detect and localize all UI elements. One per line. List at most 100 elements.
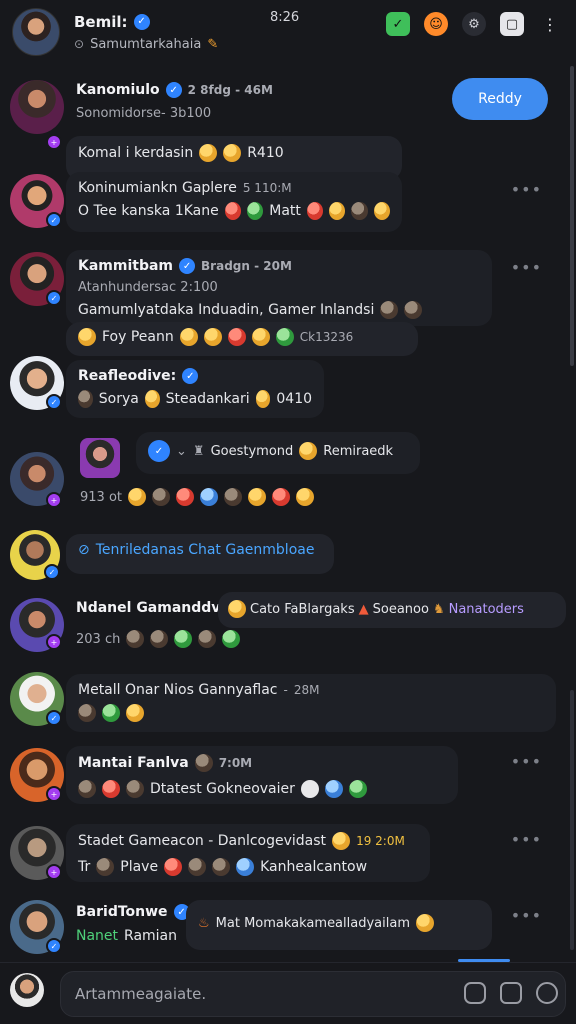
message-bubble[interactable]: Mantai Fanlva 7:0M Dtatest Gokneovaier [66, 746, 458, 804]
message-bubble[interactable]: Cato FaBlargaks ▲ Soeanoo ♞ Nanatoders [218, 592, 566, 628]
emoji-icon [348, 780, 367, 798]
message-text: Metall Onar Nios Gannyaflac [78, 682, 278, 698]
emoji-icon [404, 301, 423, 319]
more-options-icon[interactable]: ••• [511, 830, 542, 849]
message-line: Komal i kerdasin R410 [78, 144, 390, 162]
list-item[interactable]: ✓ ⊘ Tenriledanas Chat Gaenmbloae [0, 528, 560, 588]
header-subtitle-row: ⊙ Samumtarkahaia ✎ [74, 37, 564, 52]
more-icon[interactable]: ⋮ [538, 12, 562, 36]
list-item[interactable]: + Mantai Fanlva 7:0M Dtatest Gokneovaier… [0, 746, 560, 816]
message-text: Foy Peann [102, 329, 174, 345]
message-bubble[interactable]: Koninumiankn Gaplere 5 110:M O Tee kansk… [66, 172, 402, 232]
attachment-thumbnail[interactable] [80, 438, 120, 478]
emoji-icon [251, 328, 270, 346]
row-meta: 7:0M [218, 756, 253, 770]
message-bubble[interactable]: Foy Peann Ck13236 [66, 322, 418, 356]
sticker-icon[interactable] [464, 982, 486, 1004]
status-badge: ✓ [46, 290, 62, 306]
message-bubble[interactable]: Kammitbam ✓ Bradgn - 20M Atanhundersac 2… [66, 250, 492, 326]
message-text: Cato FaBlargaks [250, 601, 355, 617]
message-bubble[interactable]: Reafleodive: ✓ Sorya Steadankari 0410 [66, 360, 324, 418]
message-bubble[interactable]: ✓ ⌄ ♜ Goestymond Remiraedk [136, 432, 420, 474]
link-icon: ⊘ [78, 542, 90, 558]
message-text: Steadankari [165, 391, 250, 407]
more-options-icon[interactable]: ••• [511, 752, 542, 771]
message-tail: 0410 [276, 391, 313, 407]
emoji-icon [176, 488, 194, 506]
camera-icon[interactable] [500, 982, 522, 1004]
square-icon[interactable]: ▢ [500, 12, 524, 36]
message-text: Plave [120, 859, 159, 875]
fire-icon: ♨ [198, 915, 210, 931]
row-name: Mantai Fanlva [78, 755, 189, 771]
emoji-icon [236, 858, 255, 876]
list-item[interactable]: + Kanomiulo ✓ 2 8fdg - 46M Sonomidorse- … [0, 78, 560, 180]
status-icon: ⊙ [74, 37, 85, 51]
header-subtitle: Samumtarkahaia [90, 36, 202, 52]
verified-icon: ✓ [182, 368, 199, 384]
row-subtitle: Atanhundersac 2:100 [78, 280, 218, 295]
emoji-icon [126, 704, 144, 722]
emoji-icon [224, 202, 241, 220]
status-badge: + [46, 786, 62, 802]
message-line: Tr Plave Kanhealcantow [78, 858, 418, 876]
message-title: Koninumiankn Gaplere [78, 180, 237, 196]
emoji-icon [247, 202, 264, 220]
verified-icon: ✓ [165, 82, 182, 98]
message-bubble[interactable]: ⊘ Tenriledanas Chat Gaenmbloae [66, 534, 334, 574]
message-text: Komal i kerdasin [78, 145, 194, 161]
more-options-icon[interactable]: ••• [511, 180, 542, 199]
list-item[interactable]: + Stadet Gameacon - Danlcogevidast 19 2:… [0, 824, 560, 894]
status-badge: + [46, 492, 62, 508]
emoji-icon [102, 780, 120, 798]
message-text: Soeanoo [372, 601, 429, 617]
emoji-icon [300, 780, 319, 798]
message-bubble[interactable]: Stadet Gameacon - Danlcogevidast 19 2:0M… [66, 824, 430, 882]
row-subtitle: Sonomidorse- 3b100 [76, 106, 212, 121]
row-name: BaridTonwe [76, 904, 168, 920]
avatar[interactable] [10, 973, 44, 1007]
list-item[interactable]: ✓ Metall Onar Nios Gannyaflac - 28M [0, 670, 560, 740]
avatar[interactable] [10, 80, 64, 134]
header-time: 8:26 [270, 10, 300, 25]
header-actions: ✓ ☺ ⚙ ▢ ⋮ [386, 12, 562, 36]
emoji-icon [126, 630, 145, 648]
message-text: Ramian [124, 928, 178, 944]
message-line: Koninumiankn Gaplere 5 110:M [78, 180, 390, 196]
emoji-icon[interactable]: ☺ [424, 12, 448, 36]
status-badge: ✓ [46, 938, 62, 954]
list-item[interactable]: + Ndanel Gamanddve 203 ch Cato FaBlargak… [0, 592, 566, 666]
emoji-icon [188, 858, 207, 876]
settings-icon[interactable]: ⚙ [462, 12, 486, 36]
game-icon[interactable]: ✓ [386, 12, 410, 36]
emoji-icon [296, 488, 314, 506]
message-bubble[interactable]: ♨ Mat Momakakamealladyailam [186, 900, 492, 950]
scrollbar[interactable] [570, 66, 574, 366]
emoji-icon [78, 704, 96, 722]
message-line: ✓ ⌄ ♜ Goestymond Remiraedk [148, 440, 408, 462]
profile-avatar[interactable] [12, 8, 60, 56]
message-text: Nanatoders [448, 601, 524, 617]
more-options-icon[interactable]: ••• [511, 906, 542, 925]
message-line [78, 704, 544, 722]
game-icon: ♜ [192, 443, 205, 459]
list-item[interactable]: ✓ Reafleodive: ✓ Sorya Steadankari 0410 [0, 356, 560, 418]
list-item[interactable]: + ✓ ⌄ ♜ Goestymond Remiraedk 913 ot [0, 432, 560, 522]
emoji-icon [174, 630, 193, 648]
emoji-icon[interactable] [536, 982, 558, 1004]
emoji-icon [78, 780, 96, 798]
row-meta: Bradgn - 20M [201, 259, 292, 273]
row-meta: 5 110:M [242, 181, 292, 195]
row-title: Ndanel Gamanddve [76, 600, 240, 616]
row-meta: 2 8fdg - 46M [187, 83, 273, 97]
list-item[interactable]: ✓ BaridTonwe ✓ Nanet Ramian ♨ Mat Momaka… [0, 900, 560, 960]
chevron-down-icon[interactable]: ⌄ [176, 444, 187, 459]
more-options-icon[interactable]: ••• [511, 258, 542, 277]
message-bubble[interactable]: Metall Onar Nios Gannyaflac - 28M [66, 674, 556, 732]
message-tail: Kanhealcantow [260, 859, 368, 875]
list-item[interactable]: ✓ Koninumiankn Gaplere 5 110:M O Tee kan… [0, 172, 560, 232]
emoji-icon [203, 328, 222, 346]
emoji-icon [128, 488, 146, 506]
message-tail: Ck13236 [299, 330, 354, 344]
list-item[interactable]: ✓ Kammitbam ✓ Bradgn - 20M Atanhundersac… [0, 250, 560, 360]
